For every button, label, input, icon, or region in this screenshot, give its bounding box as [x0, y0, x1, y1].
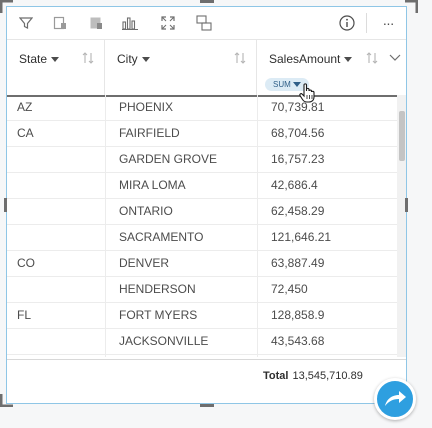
column-header-city-label: City	[117, 52, 138, 66]
city-cell: FAIRFIELD	[119, 126, 180, 140]
city-cell: MIRA LOMA	[119, 178, 186, 192]
resize-corner-top-right[interactable]	[404, 0, 418, 14]
sales-cell: 42,686.4	[271, 178, 318, 192]
state-cell: CO	[17, 256, 35, 270]
state-cell: CA	[17, 126, 34, 140]
city-cell: FORT MYERS	[119, 308, 198, 322]
resize-handle-left[interactable]	[4, 198, 7, 212]
total-summary: Total 13,545,710.89	[263, 370, 363, 382]
table-row[interactable]: JACKSONVILLE 43,543.68	[7, 329, 397, 355]
sales-cell: 62,458.29	[271, 204, 325, 218]
info-icon[interactable]	[338, 14, 356, 32]
resize-corner-bottom-left[interactable]	[0, 393, 14, 407]
city-cell: DENVER	[119, 256, 170, 270]
table-row[interactable]: GARDEN GROVE 16,757.23	[7, 147, 397, 173]
city-cell: GARDEN GROVE	[119, 152, 218, 166]
table-row[interactable]: CO DENVER 63,887.49	[7, 251, 397, 277]
maximize-icon[interactable]	[159, 14, 177, 32]
column-header-city[interactable]: City	[105, 40, 257, 95]
city-cell: HENDERSON	[119, 282, 196, 296]
table-row[interactable]: FL FORT MYERS 128,858.9	[7, 303, 397, 329]
aggregation-label: SUM	[273, 80, 291, 89]
share-button[interactable]	[374, 378, 416, 420]
filter-icon[interactable]	[17, 14, 35, 32]
table-row[interactable]: AZ PHOENIX 70,739.81	[7, 95, 397, 121]
column-header-state-label: State	[19, 52, 48, 66]
sort-icon[interactable]	[365, 51, 379, 65]
sales-cell: 128,858.9	[271, 308, 325, 322]
expand-chevron-icon[interactable]	[389, 54, 401, 62]
table-row[interactable]: HENDERSON 72,450	[7, 277, 397, 303]
table-body: AZ PHOENIX 70,739.81 CA FAIRFIELD 68,704…	[7, 95, 397, 357]
city-cell: PHOENIX	[119, 100, 174, 114]
table-row[interactable]: SACRAMENTO 121,646.21	[7, 225, 397, 251]
city-cell: JACKSONVILLE	[119, 334, 209, 348]
state-cell: AZ	[17, 100, 33, 114]
chevron-down-icon[interactable]	[51, 57, 60, 63]
share-arrow-icon	[385, 391, 406, 406]
state-cell: FL	[17, 308, 32, 322]
table-row[interactable]: CA FAIRFIELD 68,704.56	[7, 121, 397, 147]
resize-handle-bottom[interactable]	[200, 404, 214, 407]
column-header-salesamount[interactable]: SalesAmount SUM	[257, 40, 406, 95]
table-header: State City SalesAmount SUM	[7, 40, 406, 97]
visualization-type-icon[interactable]	[51, 14, 69, 32]
column-header-salesamount-label: SalesAmount	[269, 52, 341, 66]
card-style-icon[interactable]	[87, 14, 105, 32]
sales-cell: 63,887.49	[271, 256, 325, 270]
column-header-state[interactable]: State	[7, 40, 105, 95]
resize-handle-right[interactable]	[405, 198, 408, 212]
resize-corner-top-left[interactable]	[0, 0, 14, 14]
sales-cell: 68,704.56	[271, 126, 325, 140]
sales-cell: 72,450	[271, 282, 308, 296]
city-cell: ONTARIO	[119, 204, 173, 218]
scrollbar-thumb[interactable]	[399, 111, 405, 161]
total-value: 13,545,710.89	[292, 370, 363, 382]
chevron-down-icon[interactable]	[141, 57, 150, 63]
sales-cell: 121,646.21	[271, 230, 332, 244]
more-options-icon[interactable]: ···	[377, 14, 399, 32]
chevron-down-icon[interactable]	[344, 57, 353, 63]
city-cell: SACRAMENTO	[119, 230, 204, 244]
hand-cursor-icon	[299, 83, 315, 103]
bar-chart-icon[interactable]	[121, 14, 139, 32]
table-footer: Total 13,545,710.89	[7, 359, 406, 404]
flip-card-icon[interactable]	[195, 14, 213, 32]
table-row[interactable]: ONTARIO 62,458.29	[7, 199, 397, 225]
sort-icon[interactable]	[81, 51, 95, 65]
resize-handle-top[interactable]	[200, 0, 214, 3]
sales-cell: 43,543.68	[271, 334, 325, 348]
toolbar-divider	[366, 13, 367, 33]
total-label: Total	[263, 370, 289, 382]
sort-icon[interactable]	[233, 51, 247, 65]
sales-cell: 16,757.23	[271, 152, 325, 166]
card-toolbar: ···	[7, 7, 406, 40]
table-row[interactable]: MIRA LOMA 42,686.4	[7, 173, 397, 199]
table-card: ··· State City SalesAmount SUM AZ PHOENI…	[6, 6, 407, 404]
